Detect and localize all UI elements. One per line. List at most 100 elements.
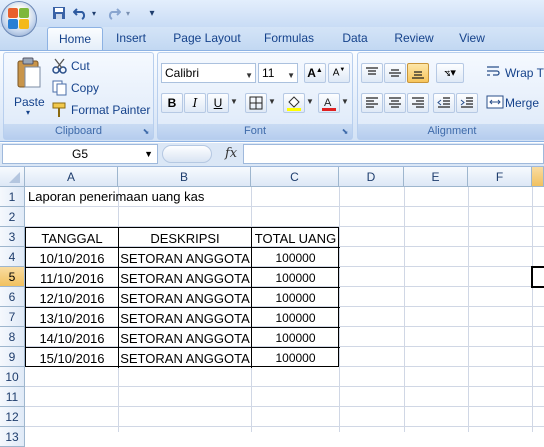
cell-c7[interactable]: 100000 — [252, 308, 339, 327]
font-launcher-icon[interactable]: ⬊ — [340, 127, 350, 137]
borders-button[interactable] — [245, 93, 267, 113]
fill-color-dropdown-icon[interactable]: ▼ — [306, 97, 314, 106]
cell-a1[interactable]: Laporan penerimaan uang kas — [28, 187, 204, 207]
name-box-value: G5 — [71, 147, 88, 161]
merge-center-button[interactable]: Merge — [486, 95, 539, 111]
format-painter-button[interactable]: Format Painter — [52, 102, 150, 118]
clipboard-launcher-icon[interactable]: ⬊ — [141, 127, 151, 137]
row-header-2[interactable]: 2 — [0, 207, 25, 227]
font-color-button[interactable]: A — [318, 93, 340, 113]
borders-dropdown-icon[interactable]: ▼ — [268, 97, 276, 106]
select-all-corner[interactable] — [0, 167, 25, 187]
cell-c9[interactable]: 100000 — [252, 348, 339, 367]
bold-button[interactable]: B — [161, 93, 183, 113]
row-header-12[interactable]: 12 — [0, 407, 25, 427]
decrease-indent-button[interactable] — [433, 93, 455, 113]
row-header-3[interactable]: 3 — [0, 227, 25, 247]
formula-bar-resize-handle[interactable] — [162, 145, 212, 163]
tab-view[interactable]: View — [452, 27, 492, 50]
font-name-combo[interactable]: Calibri ▼ — [161, 63, 256, 83]
align-middle-button[interactable] — [384, 63, 406, 83]
copy-button[interactable]: Copy — [52, 80, 99, 96]
column-header-g[interactable] — [532, 167, 544, 187]
column-header-a[interactable]: A — [25, 167, 118, 187]
increase-indent-button[interactable] — [456, 93, 478, 113]
grow-font-button[interactable]: A▲ — [304, 63, 326, 83]
office-logo-icon — [8, 8, 30, 30]
column-header-e[interactable]: E — [404, 167, 468, 187]
tab-formulas[interactable]: Formulas — [258, 27, 320, 50]
cell-b7[interactable]: SETORAN ANGGOTA — [119, 308, 251, 327]
cell-c4[interactable]: 100000 — [252, 248, 339, 267]
row-header-13[interactable]: 13 — [0, 427, 25, 447]
wrap-text-button[interactable]: Wrap T — [486, 65, 544, 81]
row-header-1[interactable]: 1 — [0, 187, 25, 207]
office-button[interactable] — [1, 1, 37, 37]
align-left-icon — [366, 97, 378, 108]
row-header-4[interactable]: 4 — [0, 247, 25, 267]
column-header-b[interactable]: B — [118, 167, 251, 187]
borders-icon — [249, 96, 263, 110]
row-header-10[interactable]: 10 — [0, 367, 25, 387]
row-header-7[interactable]: 7 — [0, 307, 25, 327]
row-header-6[interactable]: 6 — [0, 287, 25, 307]
align-bottom-button[interactable] — [407, 63, 429, 83]
active-cell-g5[interactable] — [531, 266, 544, 288]
align-top-button[interactable] — [361, 63, 383, 83]
name-box[interactable]: G5 ▼ — [2, 144, 158, 164]
cell-c3[interactable]: TOTAL UANG — [252, 228, 339, 247]
column-header-d[interactable]: D — [339, 167, 404, 187]
cell-c5[interactable]: 100000 — [252, 268, 339, 287]
name-box-dropdown-icon[interactable]: ▼ — [144, 145, 153, 163]
row-header-9[interactable]: 9 — [0, 347, 25, 367]
redo-icon[interactable] — [106, 4, 122, 22]
customize-qat-icon[interactable]: ▾ — [146, 4, 158, 22]
align-center-button[interactable] — [384, 93, 406, 113]
font-color-dropdown-icon[interactable]: ▼ — [341, 97, 349, 106]
cell-b9[interactable]: SETORAN ANGGOTA — [119, 348, 251, 367]
cell-a5[interactable]: 11/10/2016 — [26, 268, 118, 287]
tab-data[interactable]: Data — [334, 27, 376, 50]
cell-a9[interactable]: 15/10/2016 — [26, 348, 118, 367]
column-header-f[interactable]: F — [468, 167, 532, 187]
align-left-button[interactable] — [361, 93, 383, 113]
underline-dropdown-icon[interactable]: ▼ — [230, 97, 238, 106]
fill-color-button[interactable] — [283, 93, 305, 113]
paste-button[interactable]: Paste ▾ — [8, 55, 48, 119]
tab-review[interactable]: Review — [388, 27, 440, 50]
undo-icon[interactable] — [72, 4, 88, 22]
cell-b5[interactable]: SETORAN ANGGOTA — [119, 268, 251, 287]
italic-button[interactable]: I — [184, 93, 206, 113]
shrink-font-button[interactable]: A▼ — [328, 63, 350, 83]
formula-input[interactable] — [243, 144, 544, 164]
underline-button[interactable]: U — [207, 93, 229, 113]
tab-insert[interactable]: Insert — [108, 27, 154, 50]
column-header-c[interactable]: C — [251, 167, 339, 187]
tab-home[interactable]: Home — [47, 27, 103, 50]
align-right-button[interactable] — [407, 93, 429, 113]
row-header-8[interactable]: 8 — [0, 327, 25, 347]
cell-c8[interactable]: 100000 — [252, 328, 339, 347]
row-header-11[interactable]: 11 — [0, 387, 25, 407]
data-table: TANGGAL DESKRIPSI TOTAL UANG 10/10/2016 … — [25, 227, 340, 368]
row-header-5[interactable]: 5 — [0, 267, 25, 287]
cell-a3[interactable]: TANGGAL — [26, 228, 118, 247]
orientation-button[interactable]: ⦪▾ — [436, 63, 464, 83]
cell-a7[interactable]: 13/10/2016 — [26, 308, 118, 327]
cell-a6[interactable]: 12/10/2016 — [26, 288, 118, 307]
cell-b3[interactable]: DESKRIPSI — [119, 228, 251, 247]
cell-b4[interactable]: SETORAN ANGGOTA — [119, 248, 251, 267]
cut-button[interactable]: Cut — [52, 58, 90, 74]
undo-dropdown-icon[interactable]: ▾ — [89, 4, 99, 22]
redo-dropdown-icon[interactable]: ▾ — [123, 4, 133, 22]
cell-a4[interactable]: 10/10/2016 — [26, 248, 118, 267]
paste-label: Paste — [14, 95, 45, 109]
cell-c6[interactable]: 100000 — [252, 288, 339, 307]
cell-a8[interactable]: 14/10/2016 — [26, 328, 118, 347]
insert-function-icon[interactable]: fx — [225, 146, 237, 161]
font-size-combo[interactable]: 11 ▼ — [258, 63, 298, 83]
cell-b8[interactable]: SETORAN ANGGOTA — [119, 328, 251, 347]
cell-b6[interactable]: SETORAN ANGGOTA — [119, 288, 251, 307]
tab-page-layout[interactable]: Page Layout — [168, 27, 246, 50]
save-icon[interactable] — [50, 4, 68, 22]
